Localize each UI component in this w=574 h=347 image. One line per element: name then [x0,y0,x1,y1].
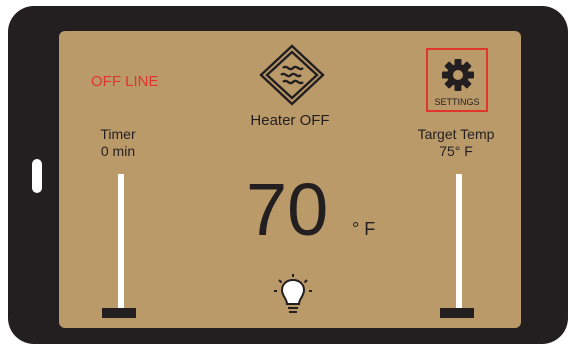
light-bulb-icon[interactable] [273,274,313,318]
timer-slider-track [118,174,124,314]
settings-button[interactable]: SETTINGS [426,48,488,112]
timer-slider-thumb[interactable] [102,308,136,318]
settings-label: SETTINGS [434,97,480,107]
temperature-unit: ° F [352,219,376,239]
target-temp-title: Target Temp [417,126,495,142]
timer-title: Timer [100,126,136,142]
target-temp-slider[interactable] [440,174,478,324]
timer-value: 0 min [100,143,136,159]
target-temp-slider-thumb[interactable] [440,308,474,318]
heater-logo-icon [259,44,325,106]
target-temp-slider-track [456,174,462,314]
current-temperature: 70 [246,168,329,251]
connection-status: OFF LINE [91,73,159,90]
gear-icon [442,59,474,91]
heater-state: Heater OFF [250,112,330,129]
target-temp-value: 75° F [439,143,473,159]
timer-slider[interactable] [102,174,140,324]
home-button[interactable] [32,159,42,193]
